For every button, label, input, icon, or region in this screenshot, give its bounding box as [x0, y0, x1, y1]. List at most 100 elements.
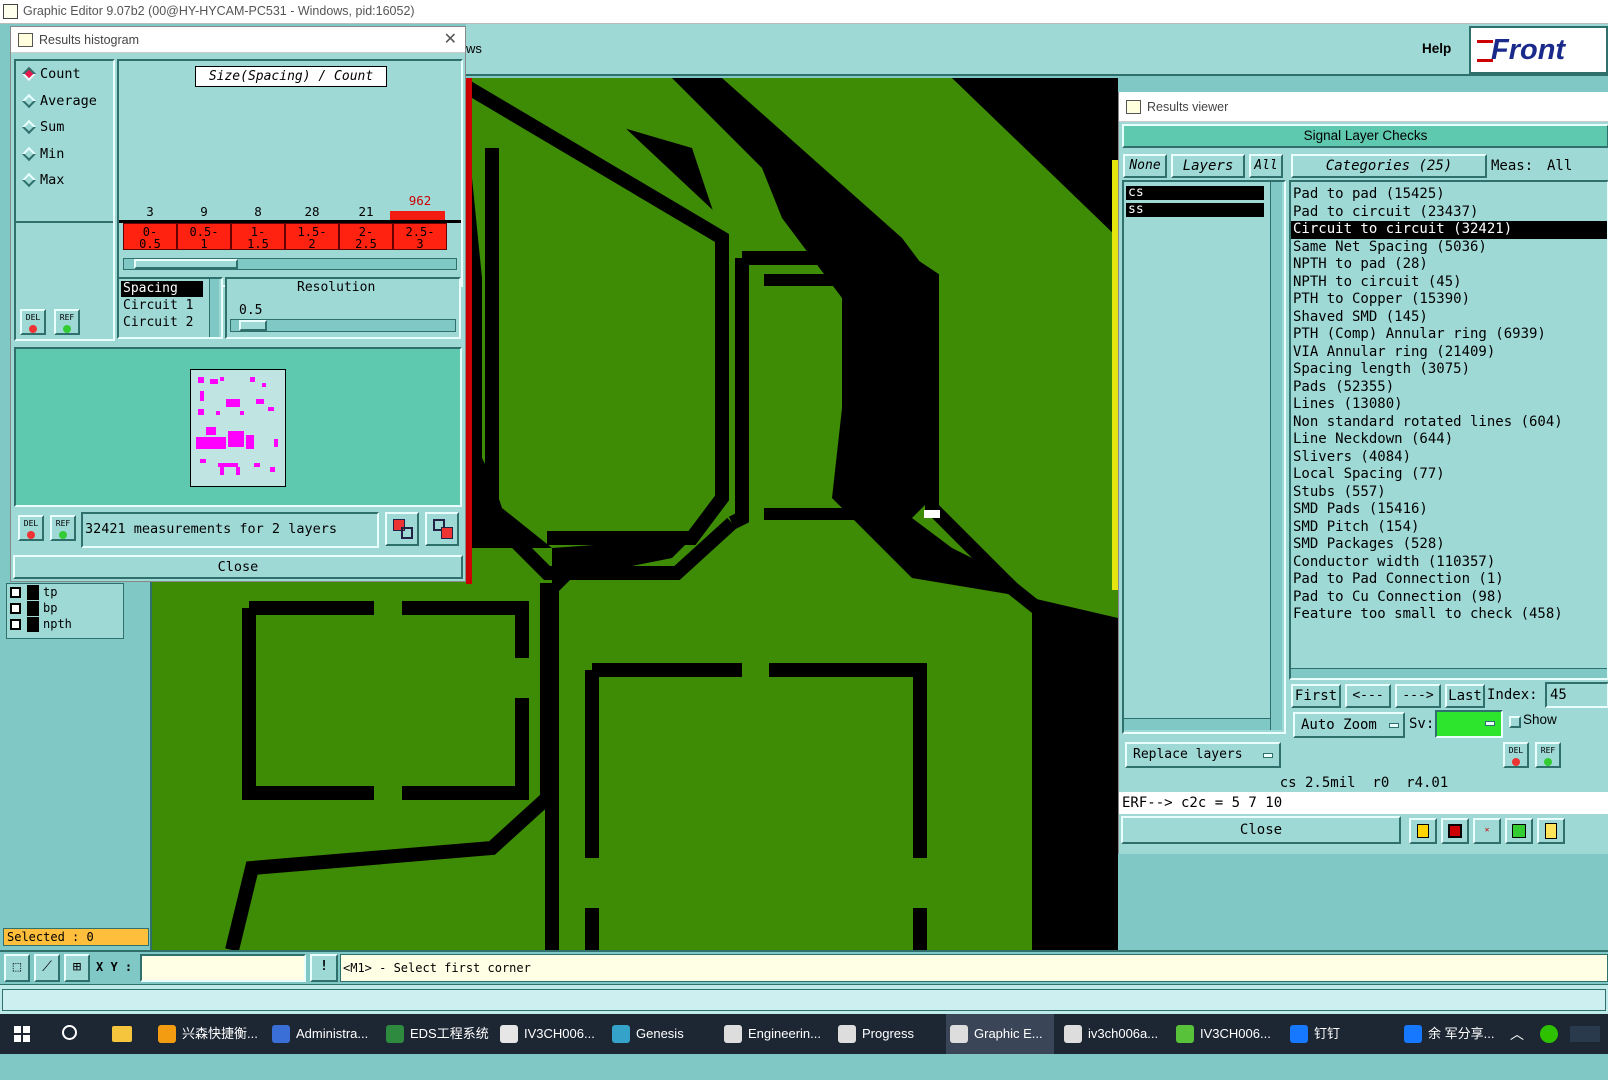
category-item[interactable]: Pads (52355) [1291, 379, 1607, 397]
layer-select-list[interactable]: cs ss [1122, 180, 1286, 734]
taskbar-item[interactable]: 钉钉 [1286, 1014, 1394, 1054]
step-icon[interactable] [1505, 818, 1533, 844]
category-item[interactable]: Line Neckdown (644) [1291, 431, 1607, 449]
help-menu[interactable]: Help [1422, 41, 1451, 56]
mode-count[interactable]: Count [16, 61, 113, 88]
category-item[interactable]: Circuit to circuit (32421) [1291, 221, 1607, 239]
category-item[interactable]: Pad to Cu Connection (98) [1291, 589, 1607, 607]
category-item[interactable]: Lines (13080) [1291, 396, 1607, 414]
histogram-scrollbar[interactable] [123, 258, 457, 270]
file-explorer-icon[interactable] [112, 1026, 132, 1042]
layer-checkbox[interactable] [10, 587, 21, 598]
histogram-bin[interactable]: 0- 0.5 [123, 223, 177, 250]
category-item[interactable]: Stubs (557) [1291, 484, 1607, 502]
del-button[interactable]: DEL [20, 309, 46, 335]
ref-button[interactable]: REF [50, 515, 76, 541]
erase-icon[interactable] [1441, 818, 1469, 844]
taskbar-item[interactable]: 余 军分享... [1400, 1014, 1506, 1054]
slider-thumb[interactable] [239, 320, 267, 331]
measure-scrollbar[interactable] [209, 279, 219, 337]
first-button[interactable]: First [1291, 684, 1341, 708]
layer-row[interactable]: tp [7, 585, 123, 600]
category-list[interactable]: Pad to pad (15425) Pad to circuit (23437)… [1289, 180, 1608, 680]
layer-list-hscroll[interactable] [1124, 718, 1270, 730]
category-item[interactable]: Shaved SMD (145) [1291, 309, 1607, 327]
index-field[interactable]: 45 [1545, 682, 1608, 708]
prev-button[interactable]: <--- [1345, 684, 1391, 708]
layer-thumbnail[interactable] [190, 369, 286, 487]
none-button[interactable]: None [1123, 154, 1167, 178]
del-button[interactable]: DEL [18, 515, 44, 541]
windows-start-icon[interactable] [14, 1026, 30, 1042]
tray-arrow-icon[interactable]: ︿ [1510, 1024, 1524, 1044]
category-item[interactable]: Conductor width (110357) [1291, 554, 1607, 572]
category-item[interactable]: PTH to Copper (15390) [1291, 291, 1607, 309]
categories-button[interactable]: Categories (25) [1291, 154, 1487, 178]
xy-input[interactable] [140, 954, 306, 982]
category-item[interactable]: NPTH to circuit (45) [1291, 274, 1607, 292]
category-item[interactable]: SMD Packages (528) [1291, 536, 1607, 554]
category-item[interactable]: PTH (Comp) Annular ring (6939) [1291, 326, 1607, 344]
mode-average[interactable]: Average [16, 88, 113, 115]
category-item[interactable]: Same Net Spacing (5036) [1291, 239, 1607, 257]
report-icon[interactable] [1409, 818, 1437, 844]
measure-item[interactable]: Circuit 2 [121, 315, 193, 331]
auto-zoom-button[interactable]: Auto Zoom [1293, 712, 1405, 738]
replace-layers-button[interactable]: Replace layers [1125, 742, 1281, 768]
category-item[interactable]: Pad to Pad Connection (1) [1291, 571, 1607, 589]
histogram-bin[interactable]: 1- 1.5 [231, 223, 285, 250]
taskbar-item[interactable]: Graphic E... [946, 1014, 1054, 1054]
category-item[interactable]: Pad to circuit (23437) [1291, 204, 1607, 222]
mode-max[interactable]: Max [16, 167, 113, 194]
alert-icon[interactable]: ! [310, 954, 338, 982]
snap-icon[interactable]: ⬚ [4, 954, 30, 982]
wechat-icon[interactable] [1540, 1025, 1558, 1043]
category-item[interactable]: VIA Annular ring (21409) [1291, 344, 1607, 362]
measure-icon[interactable]: ⟋ [34, 954, 60, 982]
taskbar-item[interactable]: IV3CH006... [1172, 1014, 1280, 1054]
histogram-bin[interactable]: 2.5- 3 [393, 223, 447, 250]
grid-icon[interactable]: ⊞ [64, 954, 90, 982]
resolution-slider[interactable] [230, 319, 456, 332]
taskbar-item[interactable]: Progress [834, 1014, 940, 1054]
menu-partial-label[interactable]: ws [466, 41, 482, 56]
taskbar-item[interactable]: Administra... [268, 1014, 376, 1054]
no-ref-icon[interactable]: ✕ [1473, 818, 1501, 844]
layer-item[interactable]: ss [1126, 203, 1264, 217]
layer-row[interactable]: npth [7, 617, 123, 632]
close-icon[interactable]: ✕ [444, 27, 457, 53]
viewer-close-button[interactable]: Close [1121, 816, 1401, 844]
category-item[interactable]: NPTH to pad (28) [1291, 256, 1607, 274]
taskbar-item[interactable]: Engineerin... [720, 1014, 828, 1054]
histogram-bin[interactable]: 2- 2.5 [339, 223, 393, 250]
category-item[interactable]: Feature too small to check (458) [1291, 606, 1607, 624]
category-item[interactable]: Spacing length (3075) [1291, 361, 1607, 379]
zoom-in-icon[interactable] [385, 512, 419, 546]
search-icon[interactable] [62, 1025, 77, 1040]
mode-min[interactable]: Min [16, 141, 113, 168]
layer-row[interactable]: bp [7, 601, 123, 616]
layer-checkbox[interactable] [10, 603, 21, 614]
meas-value[interactable]: All [1547, 158, 1572, 174]
next-button[interactable]: ---> [1395, 684, 1441, 708]
ref-button[interactable]: REF [1535, 742, 1561, 768]
taskbar-item[interactable]: Genesis [608, 1014, 716, 1054]
taskbar-item[interactable]: IV3CH006... [496, 1014, 604, 1054]
measure-item[interactable]: Spacing [121, 281, 203, 297]
last-button[interactable]: Last [1445, 684, 1485, 708]
layer-item[interactable]: cs [1126, 186, 1264, 200]
category-item[interactable]: SMD Pads (15416) [1291, 501, 1607, 519]
taskbar-item[interactable]: iv3ch006a... [1060, 1014, 1168, 1054]
zoom-out-icon[interactable] [425, 512, 459, 546]
layer-checkbox[interactable] [10, 619, 21, 630]
histogram-bin[interactable]: 0.5- 1 [177, 223, 231, 250]
notes-icon[interactable] [1537, 818, 1565, 844]
layer-list-vscroll[interactable] [1270, 182, 1282, 730]
histogram-bin[interactable]: 1.5- 2 [285, 223, 339, 250]
category-item[interactable]: Pad to pad (15425) [1291, 186, 1607, 204]
taskbar-item[interactable]: 兴森快捷衡... [154, 1014, 262, 1054]
taskbar-item[interactable]: EDS工程系统 [382, 1014, 490, 1054]
category-item[interactable]: Non standard rotated lines (604) [1291, 414, 1607, 432]
show-checkbox[interactable] [1509, 716, 1521, 728]
measure-list[interactable]: Spacing Circuit 1 Circuit 2 [117, 277, 223, 339]
